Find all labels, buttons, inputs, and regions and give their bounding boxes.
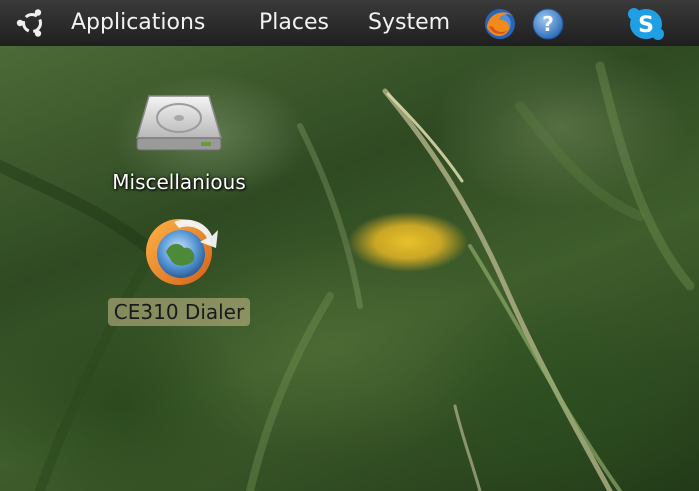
desktop-icon-miscellanious[interactable]: Miscellanious [84, 90, 274, 196]
desktop-icon-label: CE310 Dialer [107, 298, 251, 326]
desktop-icon-label: Miscellanious [112, 170, 246, 194]
ubuntu-logo-icon[interactable] [14, 8, 50, 38]
top-panel: Applications Places System ? S [0, 0, 699, 46]
svg-text:S: S [638, 13, 654, 38]
menu-system[interactable]: System [368, 7, 450, 39]
desktop-wallpaper[interactable]: Miscellanious CE310 Dialer [0, 46, 699, 491]
hard-drive-icon [84, 90, 274, 164]
skype-icon[interactable]: S [626, 6, 664, 42]
menu-applications[interactable]: Applications [71, 7, 205, 39]
firefox-icon[interactable] [482, 6, 518, 42]
desktop-icon-ce310-dialer[interactable]: CE310 Dialer [84, 212, 274, 326]
help-icon[interactable]: ? [530, 6, 566, 42]
dialer-globe-icon [84, 212, 274, 294]
menu-places[interactable]: Places [259, 7, 329, 39]
svg-text:?: ? [542, 12, 554, 36]
